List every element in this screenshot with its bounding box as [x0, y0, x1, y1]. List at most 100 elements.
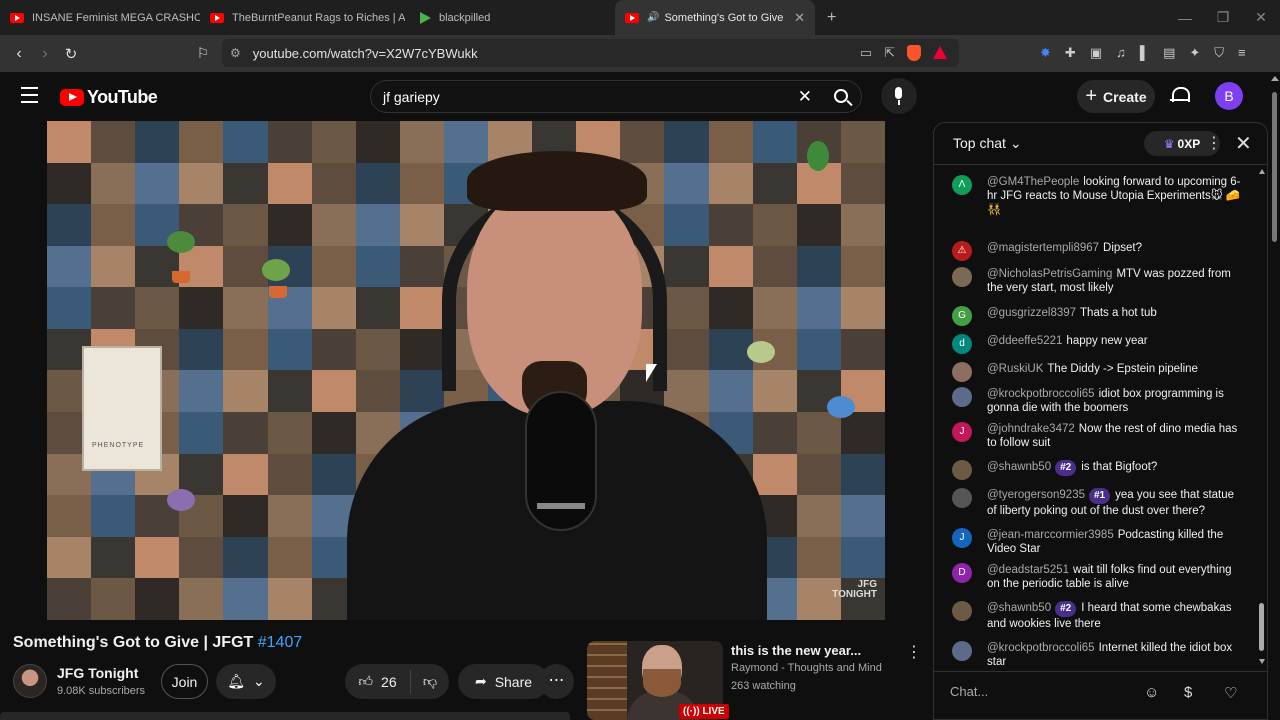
- chat-avatar[interactable]: G: [952, 306, 972, 326]
- browser-tab[interactable]: TheBurntPeanut Rags to Riches | ARC: [200, 0, 405, 35]
- join-button[interactable]: Join: [161, 664, 208, 699]
- chat-avatar[interactable]: [952, 362, 972, 382]
- chat-message[interactable]: @RuskiUK The Diddy -> Epstein pipeline: [952, 362, 1242, 382]
- chat-username[interactable]: @NicholasPetrisGaming: [987, 268, 1112, 280]
- channel-avatar[interactable]: [13, 664, 47, 698]
- chat-message[interactable]: @tyerogerson9235 #1 yea you see that statu…: [952, 488, 1242, 518]
- chat-avatar[interactable]: [952, 267, 972, 287]
- chat-username[interactable]: @shawnb50: [987, 602, 1051, 614]
- recommended-more-icon[interactable]: ⋮: [906, 642, 922, 662]
- chat-message[interactable]: ⚠ @magistertempli8967 Dipset?: [952, 241, 1242, 261]
- share-page-icon[interactable]: ⇱: [884, 45, 895, 61]
- chat-message[interactable]: D @deadstar5251 wait till folks find out e…: [952, 563, 1242, 591]
- clear-search-icon[interactable]: ✕: [798, 87, 812, 107]
- chat-avatar[interactable]: [952, 460, 972, 480]
- notifications-bell-icon[interactable]: [1170, 86, 1190, 104]
- search-button[interactable]: [822, 80, 862, 113]
- youtube-logo[interactable]: YouTube: [60, 87, 158, 108]
- share-button[interactable]: ➦ Share: [458, 664, 549, 699]
- extension-icon[interactable]: ✸: [1040, 45, 1051, 61]
- chat-username[interactable]: @deadstar5251: [987, 564, 1069, 576]
- minimize-button[interactable]: —: [1166, 10, 1204, 26]
- subscription-bell-button[interactable]: 🔔︎ ⌄: [216, 664, 276, 699]
- address-bar[interactable]: ⚙ youtube.com/watch?v=X2W7cYBWukk ▭ ⇱: [222, 39, 959, 67]
- dislike-button[interactable]: 👎︎: [411, 673, 449, 690]
- bookmark-icon[interactable]: ⚐: [190, 45, 216, 62]
- chat-message[interactable]: J @johndrake3472 Now the rest of dino medi…: [952, 422, 1242, 450]
- close-chat-icon[interactable]: ✕: [1235, 131, 1252, 156]
- cast-icon[interactable]: ▭: [860, 45, 872, 61]
- browser-tab-active[interactable]: 🔊 Something's Got to Give | JFG ✕: [615, 0, 815, 35]
- vpn-icon[interactable]: ⛉: [1214, 45, 1224, 61]
- chat-username[interactable]: @krockpotbroccoli65: [987, 388, 1095, 400]
- maximize-button[interactable]: ❐: [1204, 9, 1242, 26]
- chat-avatar[interactable]: [952, 601, 972, 621]
- chat-avatar[interactable]: ⚠: [952, 241, 972, 261]
- heart-icon[interactable]: ♡: [1224, 684, 1237, 702]
- page-scrollbar[interactable]: [1270, 72, 1280, 720]
- chat-username[interactable]: @krockpotbroccoli65: [987, 642, 1095, 654]
- sidebar-icon[interactable]: ▌: [1140, 45, 1149, 61]
- account-avatar[interactable]: B: [1215, 82, 1243, 110]
- chat-avatar[interactable]: [952, 387, 972, 407]
- chat-menu-icon[interactable]: ⋮: [1206, 133, 1222, 153]
- chat-scrollbar[interactable]: [1259, 167, 1265, 667]
- close-tab-icon[interactable]: ✕: [794, 10, 805, 26]
- chat-avatar[interactable]: d: [952, 334, 972, 354]
- chat-message[interactable]: Λ @GM4ThePeople looking forward to upcomin…: [952, 175, 1242, 217]
- chat-username[interactable]: @johndrake3472: [987, 423, 1075, 435]
- browser-menu-icon[interactable]: ≡: [1238, 45, 1246, 61]
- hashtag-link[interactable]: #1407: [258, 634, 303, 651]
- browser-tab[interactable]: blackpilled: [405, 0, 615, 35]
- chat-message[interactable]: @krockpotbroccoli65 Internet killed the i…: [952, 641, 1242, 669]
- media-icon[interactable]: ♫: [1116, 45, 1126, 61]
- chat-avatar[interactable]: J: [952, 528, 972, 548]
- leo-icon[interactable]: ✦: [1189, 45, 1200, 61]
- brave-rewards-icon[interactable]: [933, 46, 947, 59]
- chat-username[interactable]: @tyerogerson9235: [987, 489, 1085, 501]
- hamburger-menu-icon[interactable]: [21, 87, 38, 108]
- video-player[interactable]: PHENOTYPE JFG TONIGHT: [47, 121, 885, 620]
- recommended-video-title[interactable]: this is the new year...: [731, 643, 861, 658]
- top-chat-dropdown[interactable]: Top chat ⌄: [953, 135, 1022, 152]
- chat-username[interactable]: @shawnb50: [987, 461, 1051, 473]
- emoji-icon[interactable]: ☺: [1144, 684, 1159, 701]
- chat-username[interactable]: @jean-marccormier3985: [987, 529, 1114, 541]
- reload-button[interactable]: ↻: [58, 45, 84, 63]
- chat-avatar[interactable]: [952, 641, 972, 661]
- brave-shield-icon[interactable]: [907, 45, 921, 61]
- chat-message[interactable]: J @jean-marccormier3985 Podcasting killed …: [952, 528, 1242, 556]
- back-button[interactable]: ‹: [6, 45, 32, 63]
- chat-username[interactable]: @RuskiUK: [987, 363, 1043, 375]
- site-settings-icon[interactable]: ⚙: [230, 46, 241, 60]
- chat-message[interactable]: @NicholasPetrisGaming MTV was pozzed from…: [952, 267, 1242, 295]
- chat-username[interactable]: @GM4ThePeople: [987, 176, 1079, 188]
- chat-avatar[interactable]: [952, 488, 972, 508]
- forward-button[interactable]: ›: [32, 45, 58, 63]
- recommended-channel-name[interactable]: Raymond - Thoughts and Mind: [731, 662, 882, 674]
- chat-message[interactable]: @shawnb50 #2 I heard that some chewbakas a…: [952, 601, 1242, 631]
- puzzle-icon[interactable]: ✚: [1065, 45, 1076, 61]
- chat-message[interactable]: d @ddeeffe5221 happy new year: [952, 334, 1242, 354]
- more-actions-button[interactable]: ⋯: [539, 664, 574, 699]
- search-input[interactable]: jf gariepy ✕: [370, 80, 822, 113]
- chat-message[interactable]: @krockpotbroccoli65 idiot box programming…: [952, 387, 1242, 415]
- chat-username[interactable]: @gusgrizzel8397: [987, 307, 1076, 319]
- like-button[interactable]: 👍︎ 26: [345, 669, 411, 694]
- chat-username[interactable]: @magistertempli8967: [987, 242, 1099, 254]
- chat-input[interactable]: Chat...: [950, 682, 1140, 699]
- channel-name[interactable]: JFG Tonight: [57, 665, 138, 681]
- voice-search-button[interactable]: [881, 78, 917, 114]
- browser-tab[interactable]: INSANE Feminist MEGA CRASHOUT: [0, 0, 200, 35]
- new-tab-button[interactable]: +: [827, 9, 836, 27]
- chat-avatar[interactable]: D: [952, 563, 972, 583]
- wallet-icon[interactable]: ▤: [1163, 45, 1175, 61]
- chat-message[interactable]: G @gusgrizzel8397 Thats a hot tub: [952, 306, 1242, 326]
- create-button[interactable]: + Create: [1077, 80, 1155, 113]
- chat-avatar[interactable]: J: [952, 422, 972, 442]
- window-close-button[interactable]: ✕: [1242, 9, 1280, 26]
- chat-username[interactable]: @ddeeffe5221: [987, 335, 1062, 347]
- super-chat-icon[interactable]: $: [1184, 684, 1192, 701]
- chat-avatar[interactable]: Λ: [952, 175, 972, 195]
- chat-message[interactable]: @shawnb50 #2 is that Bigfoot?: [952, 460, 1242, 480]
